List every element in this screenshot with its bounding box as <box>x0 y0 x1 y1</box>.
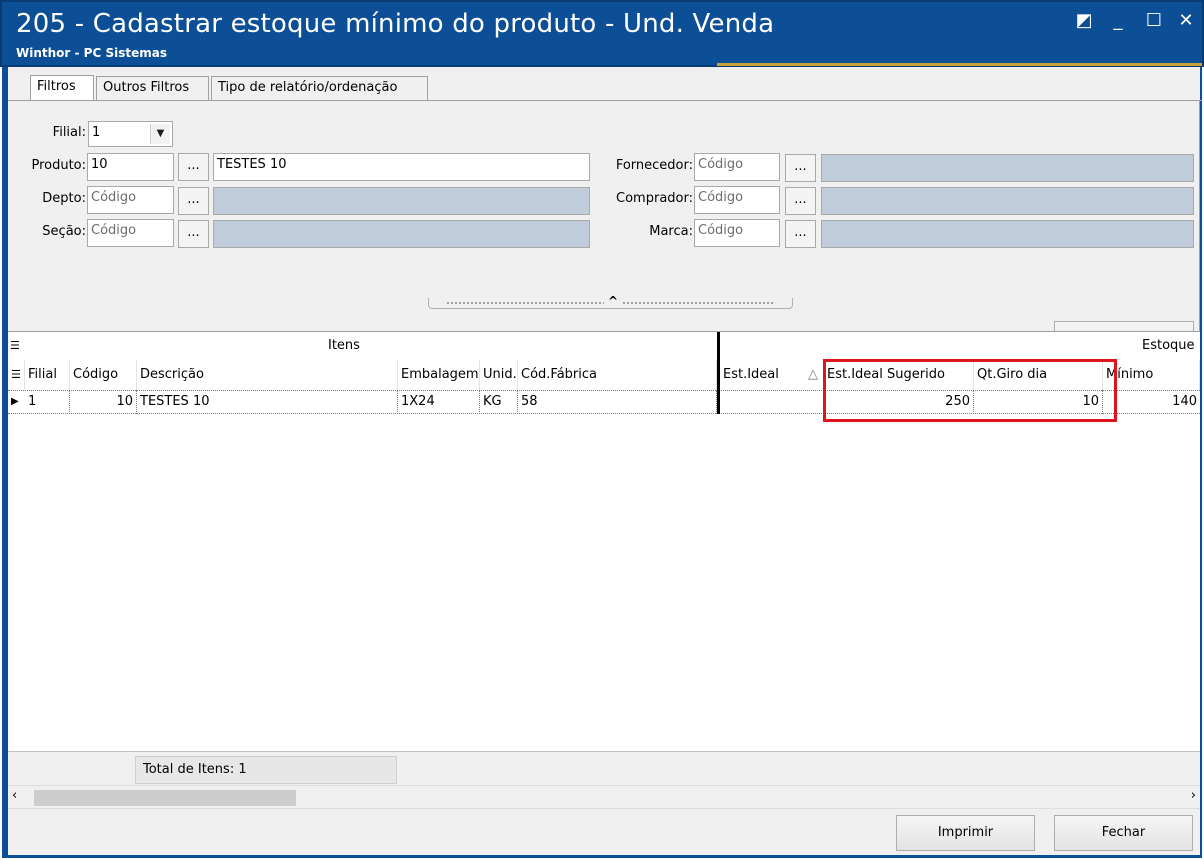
depto-label: Depto: <box>42 191 86 206</box>
group-header-itens: Itens <box>328 338 360 353</box>
filial-value: 1 <box>92 125 101 140</box>
cell-filial[interactable]: 1 <box>25 390 70 414</box>
column-header-est-ideal-label: Est.Ideal <box>723 367 779 382</box>
minimize-button[interactable]: _ <box>1105 10 1131 34</box>
print-button[interactable]: Imprimir <box>896 815 1035 851</box>
tab-outros-filtros[interactable]: Outros Filtros <box>96 76 209 100</box>
produto-label: Produto: <box>31 158 86 173</box>
horizontal-scrollbar[interactable]: ‹ › <box>8 785 1200 808</box>
column-header-descricao[interactable]: Descrição <box>137 360 398 390</box>
client-area: Filtros Outros Filtros Tipo de relatório… <box>2 67 1202 858</box>
band-separator <box>717 332 720 414</box>
tab-filtros[interactable]: Filtros <box>30 75 94 101</box>
fornecedor-description-field <box>821 154 1194 182</box>
depto-description-field <box>213 187 590 215</box>
secao-lookup-button[interactable]: ... <box>178 220 209 248</box>
column-header-unid[interactable]: Unid. <box>480 360 518 390</box>
chevron-down-icon[interactable]: ▼ <box>150 124 170 144</box>
column-header-filial[interactable]: Filial <box>25 360 70 390</box>
marca-description-field <box>821 220 1194 248</box>
close-button[interactable]: ✕ <box>1173 10 1199 34</box>
column-header-codigo[interactable]: Código <box>70 360 137 390</box>
marca-lookup-button[interactable]: ... <box>785 220 816 248</box>
filter-panel: Filial: 1 ▼ Produto: 10 ... TESTES 10 De… <box>8 101 1200 358</box>
column-menu-icon[interactable]: ☰ <box>8 360 25 390</box>
cell-embalagem[interactable]: 1X24 <box>398 390 480 414</box>
column-header-minimo[interactable]: Mínimo <box>1103 360 1200 390</box>
restore-icon[interactable]: ◩ <box>1071 10 1097 34</box>
comprador-description-field <box>821 187 1194 215</box>
sort-ascending-icon: △ <box>808 367 818 382</box>
depto-code-input[interactable]: Código <box>87 186 174 214</box>
collapse-chevron-icon[interactable]: ^ <box>604 294 623 308</box>
filial-label: Filial: <box>52 125 86 140</box>
marca-code-input[interactable]: Código <box>694 219 780 247</box>
fornecedor-lookup-button[interactable]: ... <box>785 154 816 182</box>
filial-select[interactable]: 1 ▼ <box>88 121 173 147</box>
cell-unid[interactable]: KG <box>480 390 518 414</box>
cell-est-ideal[interactable] <box>720 390 824 414</box>
tab-filtros-label: Filtros <box>37 79 76 94</box>
column-header-est-ideal[interactable]: Est.Ideal △ <box>720 360 824 390</box>
title-bar: 205 - Cadastrar estoque mínimo do produt… <box>0 0 1204 67</box>
depto-lookup-button[interactable]: ... <box>178 187 209 215</box>
fornecedor-label: Fornecedor: <box>615 158 693 173</box>
column-header-embalagem[interactable]: Embalagem <box>398 360 480 390</box>
tab-outros-filtros-label: Outros Filtros <box>103 80 190 95</box>
title-accent-line <box>717 63 1202 66</box>
fornecedor-code-input[interactable]: Código <box>694 153 780 181</box>
window-title: 205 - Cadastrar estoque mínimo do produt… <box>16 9 775 39</box>
row-indicator-icon: ▶ <box>11 396 19 407</box>
cell-codigo[interactable]: 10 <box>70 390 137 414</box>
group-header-estoque: Estoque <box>1142 338 1195 353</box>
scrollbar-thumb[interactable] <box>34 790 296 806</box>
tab-tipo-relatorio-label: Tipo de relatório/ordenação <box>218 80 398 95</box>
cell-descricao[interactable]: TESTES 10 <box>137 390 398 414</box>
summary-bar: Total de Itens: 1 <box>8 751 1200 785</box>
highlight-box <box>823 359 1117 422</box>
scroll-right-icon[interactable]: › <box>1191 788 1196 803</box>
cell-minimo[interactable]: 140 <box>1103 390 1200 414</box>
maximize-button[interactable]: ☐ <box>1141 10 1167 34</box>
tab-tipo-relatorio[interactable]: Tipo de relatório/ordenação <box>211 76 428 100</box>
comprador-code-input[interactable]: Código <box>694 186 780 214</box>
comprador-lookup-button[interactable]: ... <box>785 187 816 215</box>
secao-code-input[interactable]: Código <box>87 219 174 247</box>
produto-lookup-button[interactable]: ... <box>178 153 209 181</box>
comprador-label: Comprador: <box>616 191 693 206</box>
marca-label: Marca: <box>649 224 693 239</box>
window-subtitle: Winthor - PC Sistemas <box>16 46 167 60</box>
produto-description-field: TESTES 10 <box>213 153 590 181</box>
bottom-bar: Imprimir Fechar <box>8 808 1200 854</box>
produto-code-input[interactable]: 10 <box>87 153 174 181</box>
total-itens: Total de Itens: 1 <box>135 756 397 784</box>
cell-cod-fabrica[interactable]: 58 <box>518 390 717 414</box>
secao-label: Seção: <box>42 224 86 239</box>
close-form-button[interactable]: Fechar <box>1054 815 1193 851</box>
grid-menu-icon[interactable]: ☰ <box>10 332 24 360</box>
column-header-cod-fabrica[interactable]: Cód.Fábrica <box>518 360 717 390</box>
scroll-left-icon[interactable]: ‹ <box>12 788 17 803</box>
secao-description-field <box>213 220 590 248</box>
